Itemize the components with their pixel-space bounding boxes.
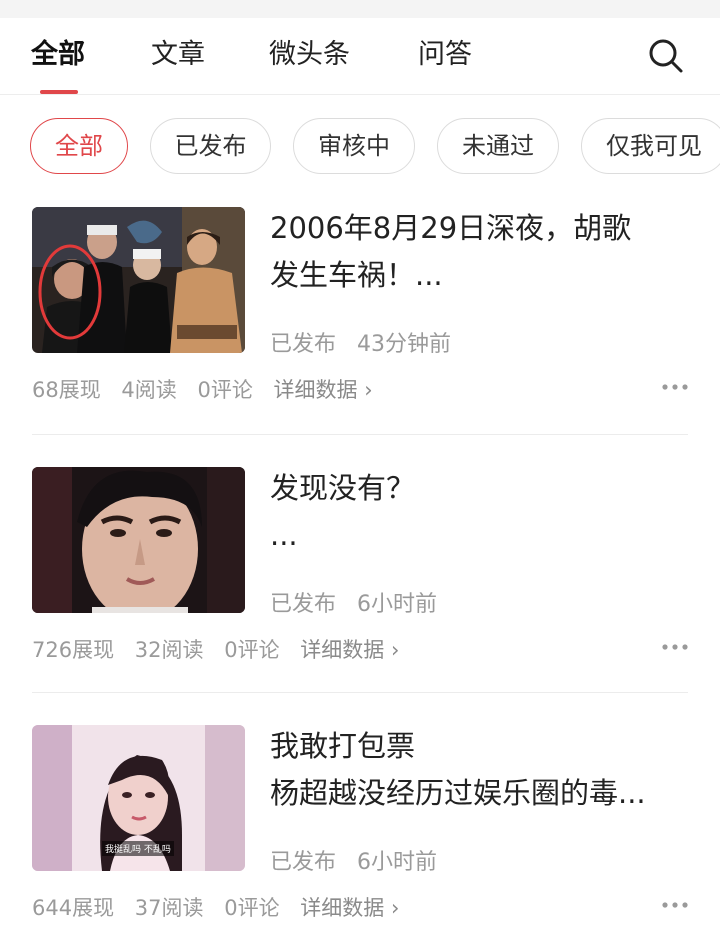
detail-data-link[interactable]: 详细数据 ›: [274, 378, 373, 402]
post-status: 已发布: [270, 850, 337, 875]
post-thumbnail[interactable]: [32, 207, 245, 353]
post-time: 6小时前: [357, 592, 438, 617]
post-meta: 已发布 6小时前: [270, 586, 451, 618]
comments-count: 0评论: [224, 638, 280, 662]
tab-all[interactable]: 全部: [31, 38, 85, 72]
content-tab-bar: 全部 文章 微头条 问答: [0, 18, 720, 95]
post-time: 43分钟前: [357, 332, 452, 357]
detail-data-link[interactable]: 详细数据 ›: [300, 638, 399, 662]
post-title-line: 2006年8月29日深夜，胡歌: [270, 211, 632, 245]
more-options-icon[interactable]: [660, 377, 690, 397]
post-title[interactable]: 我敢打包票 杨超越没经历过娱乐圈的毒...: [270, 723, 690, 817]
more-options-icon[interactable]: [660, 637, 690, 657]
tab-articles[interactable]: 文章: [151, 38, 205, 72]
search-icon[interactable]: [646, 36, 686, 76]
post-meta: 已发布 6小时前: [270, 844, 451, 876]
post-title-line: ...: [270, 518, 298, 552]
impressions-count: 726展现: [32, 638, 115, 662]
filter-under-review[interactable]: 审核中: [293, 118, 415, 174]
post-status: 已发布: [270, 332, 337, 357]
more-options-icon[interactable]: [660, 895, 690, 915]
impressions-count: 68展现: [32, 378, 101, 402]
detail-data-link[interactable]: 详细数据 ›: [300, 896, 399, 920]
post-title-line: 杨超越没经历过娱乐圈的毒...: [270, 776, 646, 810]
tab-qa[interactable]: 问答: [418, 38, 472, 72]
post-thumbnail[interactable]: [32, 467, 245, 613]
comments-count: 0评论: [197, 378, 253, 402]
post-title[interactable]: 发现没有？ ...: [270, 465, 690, 559]
reads-count: 32阅读: [134, 638, 204, 662]
impressions-count: 644展现: [32, 896, 115, 920]
filter-rejected[interactable]: 未通过: [437, 118, 559, 174]
status-strip: [0, 0, 720, 18]
post-title-line: 我敢打包票: [270, 729, 416, 763]
post-stats: 68展现 4阅读 0评论 详细数据 ›: [32, 374, 387, 404]
post-time: 6小时前: [357, 850, 438, 875]
post-title-line: 发生车祸！...: [270, 258, 443, 292]
post-status: 已发布: [270, 592, 337, 617]
divider: [32, 692, 688, 693]
active-tab-indicator: [40, 90, 78, 94]
tab-micro-headlines[interactable]: 微头条: [269, 38, 350, 72]
filter-published[interactable]: 已发布: [150, 118, 271, 174]
post-thumbnail[interactable]: 我挺乱吗 不乱吗: [32, 725, 245, 871]
filter-private[interactable]: 仅我可见: [581, 118, 720, 174]
post-title[interactable]: 2006年8月29日深夜，胡歌 发生车祸！...: [270, 205, 690, 299]
post-title-line: 发现没有？: [270, 471, 416, 505]
thumbnail-caption: 我挺乱吗 不乱吗: [102, 841, 174, 856]
status-filter-bar: 全部 已发布 审核中 未通过 仅我可见: [0, 118, 720, 176]
reads-count: 37阅读: [134, 896, 204, 920]
post-stats: 644展现 37阅读 0评论 详细数据 ›: [32, 892, 413, 922]
filter-all[interactable]: 全部: [30, 118, 128, 174]
post-meta: 已发布 43分钟前: [270, 326, 465, 358]
comments-count: 0评论: [224, 896, 280, 920]
post-stats: 726展现 32阅读 0评论 详细数据 ›: [32, 634, 413, 664]
divider: [32, 434, 688, 435]
reads-count: 4阅读: [121, 378, 177, 402]
